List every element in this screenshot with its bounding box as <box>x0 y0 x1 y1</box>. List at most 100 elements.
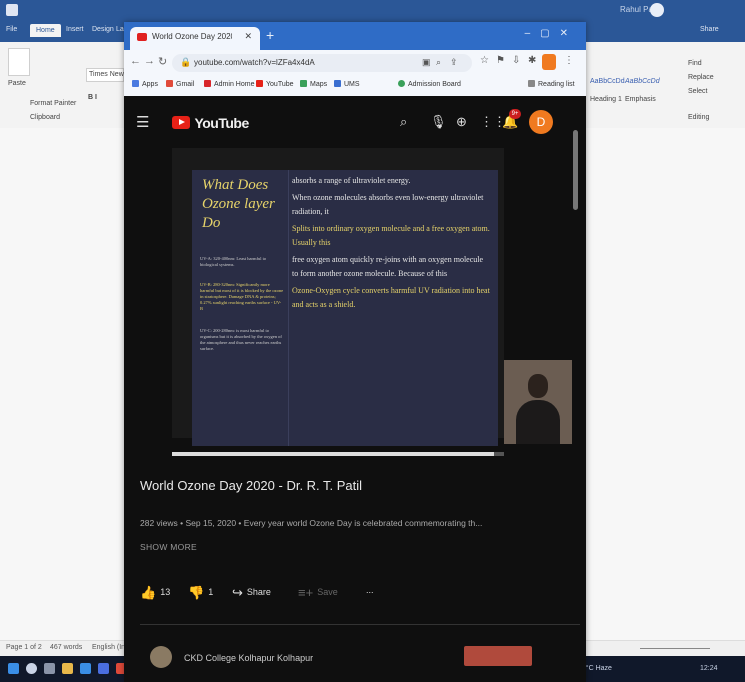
word-user-avatar[interactable] <box>650 3 664 17</box>
zoom-icon[interactable]: ⌕ <box>436 57 441 68</box>
notification-count-badge: 9+ <box>509 109 521 119</box>
dislike-count: 1 <box>208 587 214 597</box>
like-button[interactable]: 👍 13 <box>140 585 170 601</box>
save-button[interactable]: ≡+ Save <box>298 585 338 600</box>
screenshot-icon[interactable]: ▣ <box>422 57 431 68</box>
tab-layout[interactable]: La <box>116 26 124 33</box>
tab-insert[interactable]: Insert <box>66 26 84 33</box>
video-player[interactable]: What Does Ozone layer Do UV-A: 320-400nm… <box>172 148 572 446</box>
address-bar[interactable]: 🔒 youtube.com/watch?v=lZFa4x4dA ▣ ⌕ ⇪ <box>172 54 472 72</box>
youtube-favicon-icon <box>137 33 147 41</box>
page-scrollbar[interactable] <box>573 130 578 210</box>
video-progress-bar[interactable] <box>172 452 504 456</box>
dislike-button[interactable]: 👎 1 <box>188 585 213 601</box>
slide-note-uva: UV-A: 320-400nm: Least harmful to biolog… <box>200 256 267 267</box>
slide-bullets: absorbs a range of ultraviolet energy. W… <box>292 174 490 315</box>
style-emphasis[interactable]: AaBbCcDd <box>625 78 660 85</box>
search-icon[interactable] <box>26 663 37 674</box>
bold-button[interactable]: B I <box>88 94 97 101</box>
forward-icon[interactable]: → <box>144 55 155 67</box>
presentation-slide: What Does Ozone layer Do UV-A: 320-400nm… <box>192 170 498 446</box>
store-icon[interactable] <box>98 663 109 674</box>
share-button[interactable]: Share <box>700 26 719 33</box>
tab-title: World Ozone Day 2020 - D <box>152 32 232 41</box>
menu-kebab-icon[interactable]: ⋮ <box>564 55 574 66</box>
reading-list-button[interactable]: Reading list <box>528 80 575 88</box>
lock-icon[interactable]: 🔒 <box>180 57 191 68</box>
bookmark-apps[interactable]: Apps <box>132 80 158 88</box>
video-title: World Ozone Day 2020 - Dr. R. T. Patil <box>140 478 363 493</box>
editing-group-label: Editing <box>688 114 710 121</box>
admin-icon <box>204 80 211 87</box>
downloads-icon[interactable]: ⇩ <box>512 55 520 66</box>
channel-avatar[interactable] <box>150 646 172 668</box>
zoom-slider[interactable] <box>640 648 710 649</box>
chrome-profile-avatar[interactable] <box>542 54 556 70</box>
puzzle-icon[interactable]: ✱ <box>528 55 536 66</box>
save-icon[interactable] <box>6 4 18 16</box>
style-heading1[interactable]: AaBbCcDd <box>590 78 625 85</box>
thumbs-up-icon: 👍 <box>140 585 157 600</box>
slide-bullet: absorbs a range of ultraviolet energy. <box>292 176 411 185</box>
window-controls[interactable]: –▢✕ <box>525 28 578 39</box>
channel-name[interactable]: CKD College Kolhapur Kolhapur <box>184 653 313 663</box>
account-avatar[interactable]: D <box>529 110 553 134</box>
reload-icon[interactable]: ↻ <box>158 55 167 68</box>
file-explorer-icon[interactable] <box>62 663 73 674</box>
extension-icon[interactable]: ⚑ <box>496 55 505 66</box>
more-actions-button[interactable]: ... <box>366 585 374 595</box>
task-view-icon[interactable] <box>44 663 55 674</box>
edge-icon[interactable] <box>80 663 91 674</box>
chrome-tab-strip: World Ozone Day 2020 - D ✕ + –▢✕ <box>124 22 586 50</box>
start-icon[interactable] <box>8 663 19 674</box>
select-button[interactable]: Select <box>688 88 707 95</box>
bookmark-maps[interactable]: Maps <box>300 80 327 88</box>
ums-icon <box>334 80 341 87</box>
hamburger-menu-icon[interactable]: ☰ <box>136 113 149 131</box>
tab-file[interactable]: File <box>6 26 17 33</box>
show-more-button[interactable]: SHOW MORE <box>140 542 197 552</box>
chrome-window: World Ozone Day 2020 - D ✕ + –▢✕ ← → ↻ 🔒… <box>124 22 586 682</box>
slide-bullet: free oxygen atom quickly re-joins with a… <box>292 255 484 278</box>
bookmark-ums[interactable]: UMS <box>334 80 360 88</box>
new-tab-button[interactable]: + <box>266 27 274 43</box>
replace-button[interactable]: Replace <box>688 74 714 81</box>
youtube-logo[interactable]: YouTube <box>172 114 249 132</box>
bookmark-youtube[interactable]: YouTube <box>256 80 294 88</box>
presenter-head <box>528 374 548 398</box>
slide-title: What Does Ozone layer Do <box>202 177 275 231</box>
slide-bullet: Splits into ordinary oxygen molecule and… <box>292 224 490 247</box>
paste-icon[interactable] <box>8 48 30 76</box>
slide-note-uvc: UV-C: 200-280nm: is most harmful to orga… <box>200 328 282 351</box>
find-button[interactable]: Find <box>688 60 702 67</box>
clock[interactable]: 12:24 <box>700 665 718 672</box>
close-tab-icon[interactable]: ✕ <box>244 31 252 42</box>
back-icon[interactable]: ← <box>130 55 141 67</box>
video-progress-fill <box>172 452 495 456</box>
font-selector[interactable]: Times New <box>86 68 124 82</box>
tab-home[interactable]: Home <box>30 24 61 37</box>
create-icon[interactable]: ⊕ <box>456 114 467 130</box>
youtube-icon <box>256 80 263 87</box>
playlist-add-icon: ≡+ <box>298 585 314 600</box>
slide-bullet: When ozone molecules absorbs even low-en… <box>292 193 484 216</box>
like-count: 13 <box>160 587 171 597</box>
voice-search-icon[interactable]: 🎙 <box>430 114 447 130</box>
save-label: Save <box>317 587 338 597</box>
share-button[interactable]: ↪ Share <box>232 585 271 601</box>
share-icon[interactable]: ⇪ <box>450 57 458 68</box>
browser-tab[interactable]: World Ozone Day 2020 - D ✕ <box>130 27 260 50</box>
tab-design[interactable]: Design <box>92 26 114 33</box>
search-icon[interactable]: ⌕ <box>400 114 407 130</box>
slide-left-panel: What Does Ozone layer Do UV-A: 320-400nm… <box>192 170 289 446</box>
share-arrow-icon: ↪ <box>232 585 243 600</box>
bookmark-admission[interactable]: Admission Board <box>398 80 461 88</box>
bookmark-gmail[interactable]: Gmail <box>166 80 194 88</box>
paste-button[interactable]: Paste <box>8 80 26 87</box>
format-painter-button[interactable]: Format Painter <box>30 100 76 107</box>
bookmark-admin-home[interactable]: Admin Home <box>204 80 254 88</box>
subscribe-button[interactable] <box>464 646 532 666</box>
slide-bullet: Ozone-Oxygen cycle converts harmful UV r… <box>292 286 490 309</box>
video-metadata[interactable]: 282 views • Sep 15, 2020 • Every year wo… <box>140 518 580 528</box>
bookmark-star-icon[interactable]: ☆ <box>480 55 489 66</box>
